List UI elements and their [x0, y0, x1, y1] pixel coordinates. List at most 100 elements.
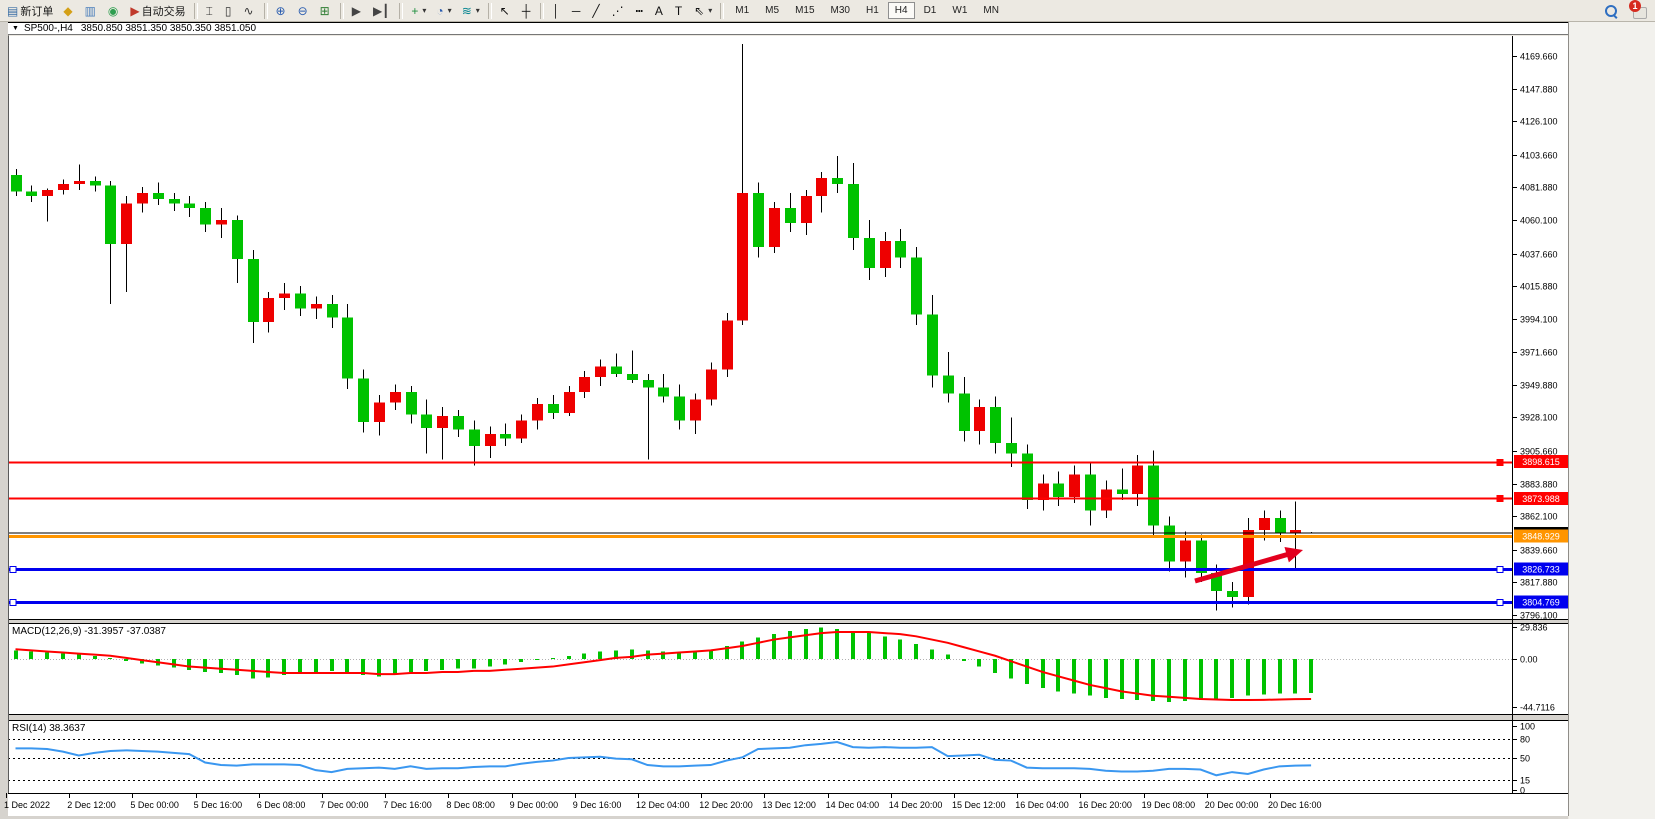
- candle-down: [11, 175, 22, 191]
- candle-down: [295, 293, 306, 308]
- time-tick-label: 20 Dec 00:00: [1205, 800, 1259, 810]
- price-badge-text: 3873.988: [1522, 494, 1560, 504]
- time-tick-label: 14 Dec 20:00: [889, 800, 943, 810]
- price-tick-label: 4015.880: [1520, 282, 1558, 292]
- candle-down: [1148, 466, 1159, 526]
- time-tick-label: 5 Dec 16:00: [194, 800, 243, 810]
- candle-up: [974, 407, 985, 431]
- candle-up: [564, 392, 575, 413]
- candle-down: [1275, 518, 1286, 533]
- candle-up: [737, 193, 748, 320]
- line-handle[interactable]: [1497, 496, 1503, 502]
- mt4-application-window: ▤新订单◆▥◉▶自动交易⌶▯∿⊕⊖⊞▶▶┃+▾◔▾≋▾↖┼│─╱⋰┅AT⇖▾M1…: [0, 0, 1655, 819]
- line-handle[interactable]: [10, 600, 16, 606]
- macd-scale-label: -44.7116: [1520, 703, 1555, 713]
- price-tick-label: 3817.880: [1520, 578, 1558, 588]
- price-tick-label: 3928.100: [1520, 413, 1558, 423]
- candle-down: [469, 430, 480, 446]
- candle-down: [674, 397, 685, 421]
- time-tick-label: 6 Dec 08:00: [257, 800, 306, 810]
- price-badge-text: 3804.769: [1522, 598, 1560, 608]
- candle-up: [437, 416, 448, 428]
- candle-down: [627, 374, 638, 380]
- chart-background: [8, 36, 1568, 816]
- macd-label: MACD(12,26,9) -31.3957 -37.0387: [12, 626, 166, 637]
- time-tick-label: 16 Dec 04:00: [1015, 800, 1069, 810]
- price-tick-label: 3971.660: [1520, 348, 1558, 358]
- candle-up: [595, 367, 606, 377]
- candle-up: [706, 370, 717, 400]
- time-tick-label: 12 Dec 20:00: [699, 800, 753, 810]
- candle-down: [848, 184, 859, 238]
- candle-up: [1101, 489, 1112, 510]
- candle-down: [1085, 474, 1096, 510]
- candle-down: [169, 199, 180, 203]
- candle-up: [690, 400, 701, 421]
- candle-down: [248, 259, 259, 322]
- time-tick-label: 14 Dec 04:00: [826, 800, 880, 810]
- candle-down: [500, 434, 511, 438]
- candle-down: [200, 208, 211, 224]
- price-badge-text: 3826.733: [1522, 565, 1560, 575]
- rsi-scale-label: 80: [1520, 735, 1530, 745]
- candle-down: [342, 317, 353, 378]
- candle-down: [911, 258, 922, 315]
- candle-up: [1132, 466, 1143, 494]
- rsi-scale-label: 0: [1520, 786, 1525, 796]
- candle-down: [1053, 483, 1064, 496]
- rsi-scale-label: 15: [1520, 776, 1530, 786]
- candle-up: [121, 204, 132, 244]
- candle-up: [279, 293, 290, 297]
- candle-up: [1038, 483, 1049, 499]
- time-tick-label: 13 Dec 12:00: [762, 800, 816, 810]
- price-tick-label: 3949.880: [1520, 381, 1558, 391]
- candle-down: [1227, 591, 1238, 597]
- candle-up: [137, 193, 148, 203]
- candle-down: [1117, 489, 1128, 493]
- line-handle[interactable]: [1497, 600, 1503, 606]
- price-tick-label: 3905.660: [1520, 447, 1558, 457]
- time-tick-label: 1 Dec 2022: [4, 800, 50, 810]
- time-tick-label: 7 Dec 16:00: [383, 800, 432, 810]
- candle-up: [880, 241, 891, 268]
- candle-down: [406, 392, 417, 414]
- time-tick-label: 5 Dec 00:00: [130, 800, 179, 810]
- candle-down: [832, 178, 843, 184]
- candle-up: [42, 190, 53, 196]
- line-handle[interactable]: [10, 567, 16, 573]
- candle-down: [232, 220, 243, 259]
- candle-up: [816, 178, 827, 196]
- candle-down: [753, 193, 764, 247]
- time-tick-label: 12 Dec 04:00: [636, 800, 690, 810]
- price-tick-label: 4126.100: [1520, 117, 1558, 127]
- candle-down: [26, 192, 37, 196]
- candle-down: [358, 379, 369, 422]
- price-tick-label: 3839.660: [1520, 546, 1558, 556]
- line-handle[interactable]: [1497, 460, 1503, 466]
- candle-down: [184, 204, 195, 208]
- candle-up: [1180, 540, 1191, 561]
- chart-canvas[interactable]: MACD(12,26,9) -31.3957 -37.0387RSI(14) 3…: [0, 0, 1655, 819]
- candle-up: [722, 320, 733, 369]
- price-tick-label: 4081.880: [1520, 183, 1558, 193]
- candle-up: [769, 208, 780, 247]
- candle-down: [990, 407, 1001, 443]
- candle-up: [390, 392, 401, 402]
- candle-up: [374, 403, 385, 422]
- macd-scale-label: 29.836: [1520, 623, 1548, 633]
- price-tick-label: 3796.100: [1520, 611, 1558, 621]
- line-handle[interactable]: [1497, 567, 1503, 573]
- candle-down: [864, 238, 875, 268]
- time-tick-label: 2 Dec 12:00: [67, 800, 116, 810]
- candle-down: [959, 394, 970, 431]
- price-tick-label: 4037.660: [1520, 250, 1558, 260]
- candle-up: [74, 181, 85, 184]
- candle-down: [785, 208, 796, 223]
- time-tick-label: 15 Dec 12:00: [952, 800, 1006, 810]
- time-tick-label: 9 Dec 00:00: [510, 800, 559, 810]
- price-tick-label: 4169.660: [1520, 52, 1558, 62]
- price-tick-label: 3862.100: [1520, 512, 1558, 522]
- candle-down: [1164, 525, 1175, 561]
- candle-down: [327, 304, 338, 317]
- time-tick-label: 7 Dec 00:00: [320, 800, 369, 810]
